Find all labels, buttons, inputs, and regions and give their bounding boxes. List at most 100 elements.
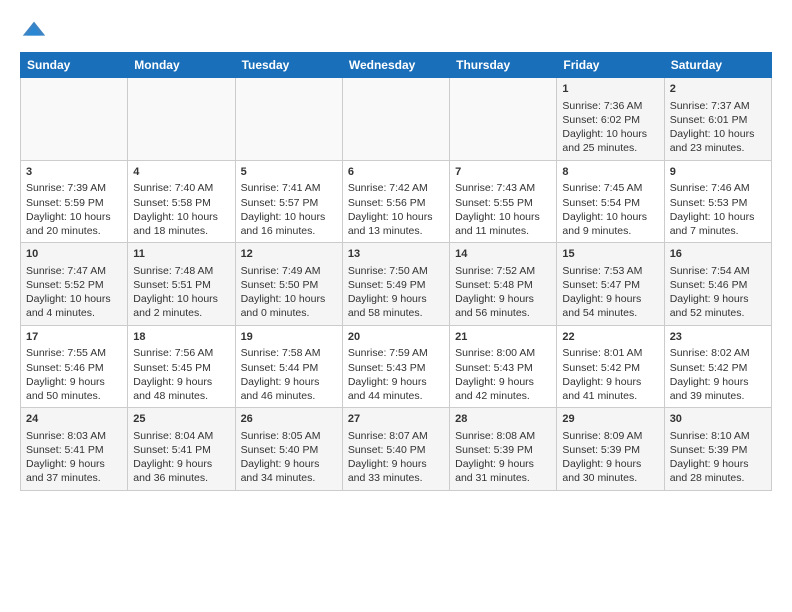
- day-info: Daylight: 9 hours and 48 minutes.: [133, 375, 229, 403]
- weekday-header-friday: Friday: [557, 53, 664, 78]
- day-info: Sunrise: 7:59 AM: [348, 346, 444, 360]
- day-info: Sunset: 5:43 PM: [348, 361, 444, 375]
- calendar-cell: 11Sunrise: 7:48 AMSunset: 5:51 PMDayligh…: [128, 243, 235, 326]
- calendar-header: SundayMondayTuesdayWednesdayThursdayFrid…: [21, 53, 772, 78]
- day-number: 6: [348, 165, 444, 180]
- day-info: Sunset: 5:52 PM: [26, 278, 122, 292]
- logo-icon: [20, 16, 48, 44]
- day-info: Sunrise: 7:48 AM: [133, 264, 229, 278]
- day-info: Sunrise: 7:43 AM: [455, 181, 551, 195]
- day-info: Sunset: 5:43 PM: [455, 361, 551, 375]
- day-info: Sunrise: 7:39 AM: [26, 181, 122, 195]
- calendar-cell: 21Sunrise: 8:00 AMSunset: 5:43 PMDayligh…: [450, 325, 557, 408]
- day-info: Sunset: 6:01 PM: [670, 113, 766, 127]
- day-info: Sunset: 5:47 PM: [562, 278, 658, 292]
- day-info: Sunrise: 7:52 AM: [455, 264, 551, 278]
- day-number: 7: [455, 165, 551, 180]
- day-info: Daylight: 9 hours and 42 minutes.: [455, 375, 551, 403]
- calendar-week-4: 17Sunrise: 7:55 AMSunset: 5:46 PMDayligh…: [21, 325, 772, 408]
- calendar-week-3: 10 Sunrise: 7:47 AMSunset: 5:52 PM Dayligh…: [21, 243, 772, 326]
- day-number: 18: [133, 330, 229, 345]
- day-info: Sunset: 5:59 PM: [26, 196, 122, 210]
- calendar-table: SundayMondayTuesdayWednesdayThursdayFrid…: [20, 52, 772, 491]
- calendar-cell: 24Sunrise: 8:03 AMSunset: 5:41 PMDayligh…: [21, 408, 128, 491]
- day-info: Daylight: 10 hours and 2 minutes.: [133, 292, 229, 320]
- day-info: Daylight: 9 hours and 39 minutes.: [670, 375, 766, 403]
- calendar-week-5: 24Sunrise: 8:03 AMSunset: 5:41 PMDayligh…: [21, 408, 772, 491]
- day-info: Daylight: 9 hours and 44 minutes.: [348, 375, 444, 403]
- day-info: Sunrise: 8:00 AM: [455, 346, 551, 360]
- calendar-cell: 13Sunrise: 7:50 AMSunset: 5:49 PMDayligh…: [342, 243, 449, 326]
- day-info: Sunrise: 7:46 AM: [670, 181, 766, 195]
- calendar-cell: 20Sunrise: 7:59 AMSunset: 5:43 PMDayligh…: [342, 325, 449, 408]
- day-info: Sunset: 5:41 PM: [133, 443, 229, 457]
- day-number: 22: [562, 330, 658, 345]
- calendar-cell: [235, 78, 342, 161]
- day-info: Sunset: 5:42 PM: [562, 361, 658, 375]
- weekday-header-thursday: Thursday: [450, 53, 557, 78]
- day-info: Sunrise: 7:37 AM: [670, 99, 766, 113]
- calendar-cell: 8Sunrise: 7:45 AMSunset: 5:54 PMDaylight…: [557, 160, 664, 243]
- header: [20, 16, 772, 44]
- day-number: 29: [562, 412, 658, 427]
- day-number: 9: [670, 165, 766, 180]
- day-info: Daylight: 10 hours and 25 minutes.: [562, 127, 658, 155]
- day-number: 12: [241, 247, 337, 262]
- day-info: Sunset: 5:39 PM: [562, 443, 658, 457]
- weekday-header-tuesday: Tuesday: [235, 53, 342, 78]
- day-info: Daylight: 9 hours and 56 minutes.: [455, 292, 551, 320]
- day-number: 15: [562, 247, 658, 262]
- calendar-cell: 27Sunrise: 8:07 AMSunset: 5:40 PMDayligh…: [342, 408, 449, 491]
- day-info: Sunset: 5:45 PM: [133, 361, 229, 375]
- day-number: 2: [670, 82, 766, 97]
- day-info: Sunset: 5:50 PM: [241, 278, 337, 292]
- day-number: 4: [133, 165, 229, 180]
- calendar-week-1: 1Sunrise: 7:36 AMSunset: 6:02 PMDaylight…: [21, 78, 772, 161]
- day-info: Sunrise: 8:09 AM: [562, 429, 658, 443]
- day-info: Sunrise: 7:47 AM: [26, 264, 122, 278]
- day-number: 30: [670, 412, 766, 427]
- day-number: 14: [455, 247, 551, 262]
- calendar-cell: 6Sunrise: 7:42 AMSunset: 5:56 PMDaylight…: [342, 160, 449, 243]
- weekday-header-wednesday: Wednesday: [342, 53, 449, 78]
- day-info: Daylight: 9 hours and 58 minutes.: [348, 292, 444, 320]
- day-number: 5: [241, 165, 337, 180]
- day-info: Sunrise: 7:40 AM: [133, 181, 229, 195]
- day-number: 21: [455, 330, 551, 345]
- day-info: Sunrise: 7:55 AM: [26, 346, 122, 360]
- day-info: Sunrise: 8:08 AM: [455, 429, 551, 443]
- calendar-week-2: 3Sunrise: 7:39 AMSunset: 5:59 PMDaylight…: [21, 160, 772, 243]
- day-number: 10: [26, 247, 122, 262]
- calendar-body: 1Sunrise: 7:36 AMSunset: 6:02 PMDaylight…: [21, 78, 772, 491]
- weekday-header-saturday: Saturday: [664, 53, 771, 78]
- day-number: 16: [670, 247, 766, 262]
- calendar-cell: 9Sunrise: 7:46 AMSunset: 5:53 PMDaylight…: [664, 160, 771, 243]
- day-info: Sunrise: 8:10 AM: [670, 429, 766, 443]
- day-number: 19: [241, 330, 337, 345]
- day-info: Sunset: 5:57 PM: [241, 196, 337, 210]
- logo: [20, 16, 50, 44]
- weekday-header-sunday: Sunday: [21, 53, 128, 78]
- weekday-header-monday: Monday: [128, 53, 235, 78]
- day-info: Sunrise: 7:53 AM: [562, 264, 658, 278]
- day-number: 28: [455, 412, 551, 427]
- calendar-cell: 25Sunrise: 8:04 AMSunset: 5:41 PMDayligh…: [128, 408, 235, 491]
- calendar-cell: 3Sunrise: 7:39 AMSunset: 5:59 PMDaylight…: [21, 160, 128, 243]
- calendar-cell: 23Sunrise: 8:02 AMSunset: 5:42 PMDayligh…: [664, 325, 771, 408]
- day-number: 17: [26, 330, 122, 345]
- calendar-cell: 26Sunrise: 8:05 AMSunset: 5:40 PMDayligh…: [235, 408, 342, 491]
- page: SundayMondayTuesdayWednesdayThursdayFrid…: [0, 0, 792, 507]
- day-info: Sunset: 6:02 PM: [562, 113, 658, 127]
- day-number: 13: [348, 247, 444, 262]
- day-info: Sunrise: 8:07 AM: [348, 429, 444, 443]
- day-info: Daylight: 10 hours and 11 minutes.: [455, 210, 551, 238]
- day-info: Sunrise: 7:49 AM: [241, 264, 337, 278]
- day-info: Daylight: 10 hours and 9 minutes.: [562, 210, 658, 238]
- day-info: Daylight: 9 hours and 52 minutes.: [670, 292, 766, 320]
- day-number: 20: [348, 330, 444, 345]
- day-info: Daylight: 9 hours and 34 minutes.: [241, 457, 337, 485]
- day-number: 25: [133, 412, 229, 427]
- day-info: Sunset: 5:56 PM: [348, 196, 444, 210]
- calendar-cell: 7Sunrise: 7:43 AMSunset: 5:55 PMDaylight…: [450, 160, 557, 243]
- day-info: Daylight: 10 hours and 18 minutes.: [133, 210, 229, 238]
